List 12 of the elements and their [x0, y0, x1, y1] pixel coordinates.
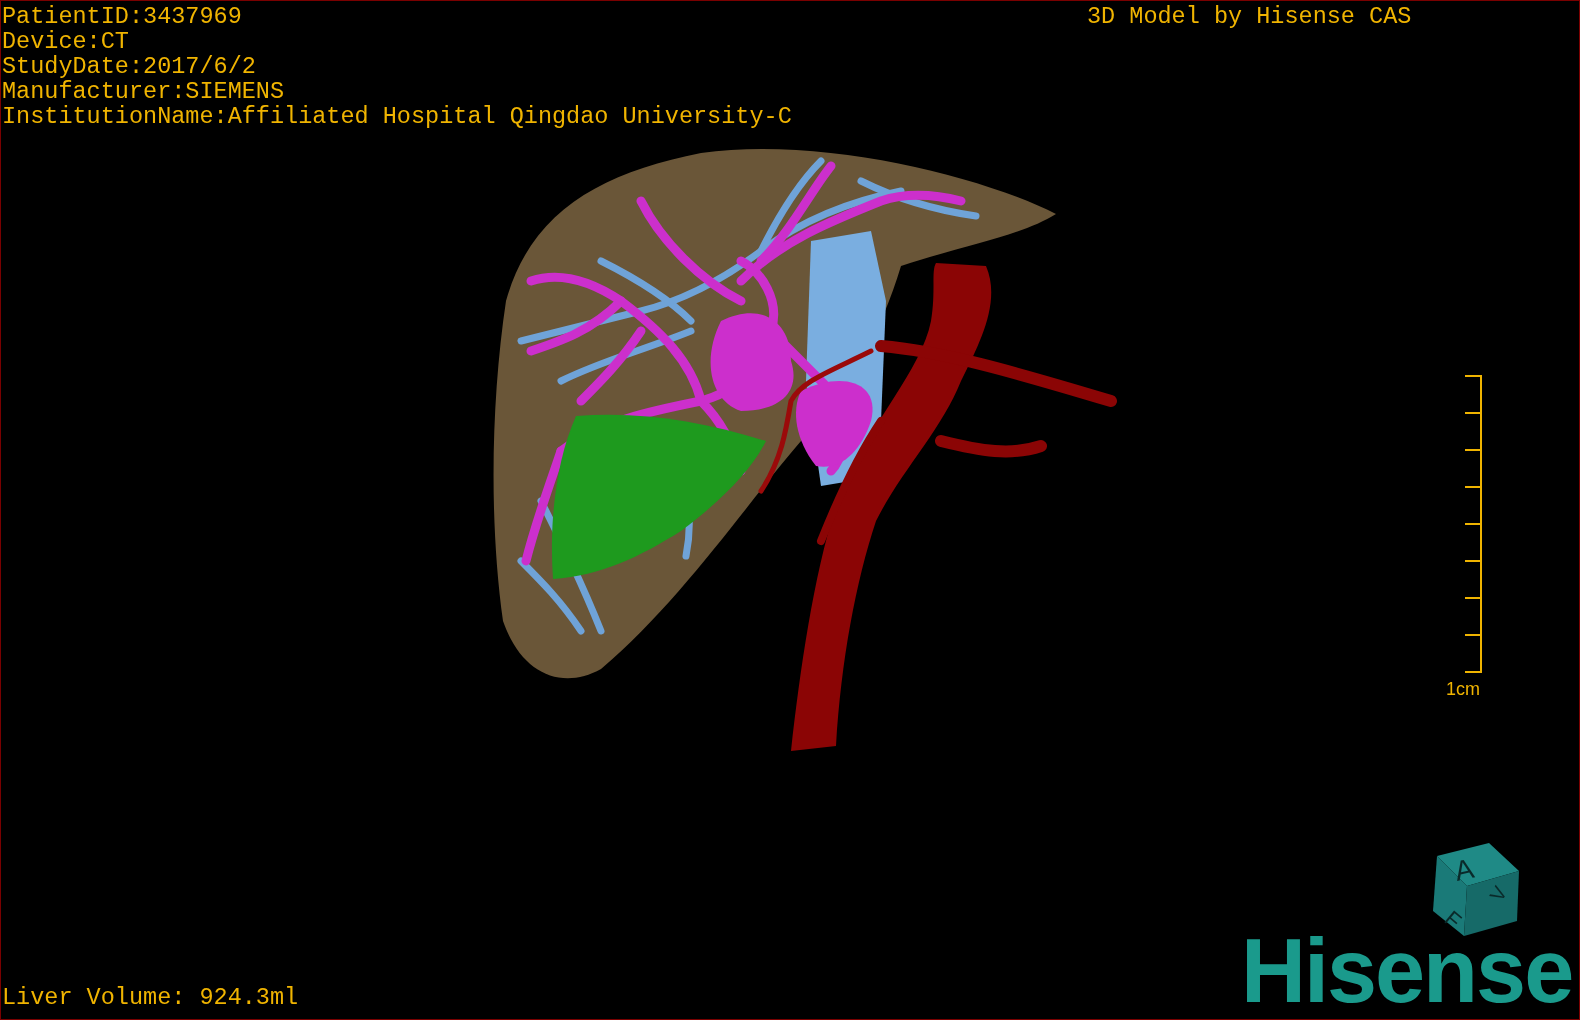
brand-logo: Hisense	[1241, 931, 1573, 1011]
cube-face-label: F	[1439, 905, 1467, 934]
patient-info-line: PatientID:3437969	[2, 4, 243, 29]
patient-info-line: StudyDate:2017/6/2	[2, 54, 257, 79]
patient-info-line: Manufacturer:SIEMENS	[2, 79, 286, 104]
liver-volume-text: Liver Volume: 924.3ml	[2, 985, 299, 1010]
patient-info-line: InstitutionName:Affiliated Hospital Qingdao University-C	[2, 104, 792, 129]
cube-face-label: A	[1451, 852, 1477, 887]
scale-bar-label: 1cm	[1446, 679, 1480, 699]
viewer-title: 3D Model by Hisense CAS	[1087, 4, 1412, 29]
cube-face-label: V	[1485, 882, 1512, 905]
patient-info-line: Device:CT	[2, 29, 130, 54]
